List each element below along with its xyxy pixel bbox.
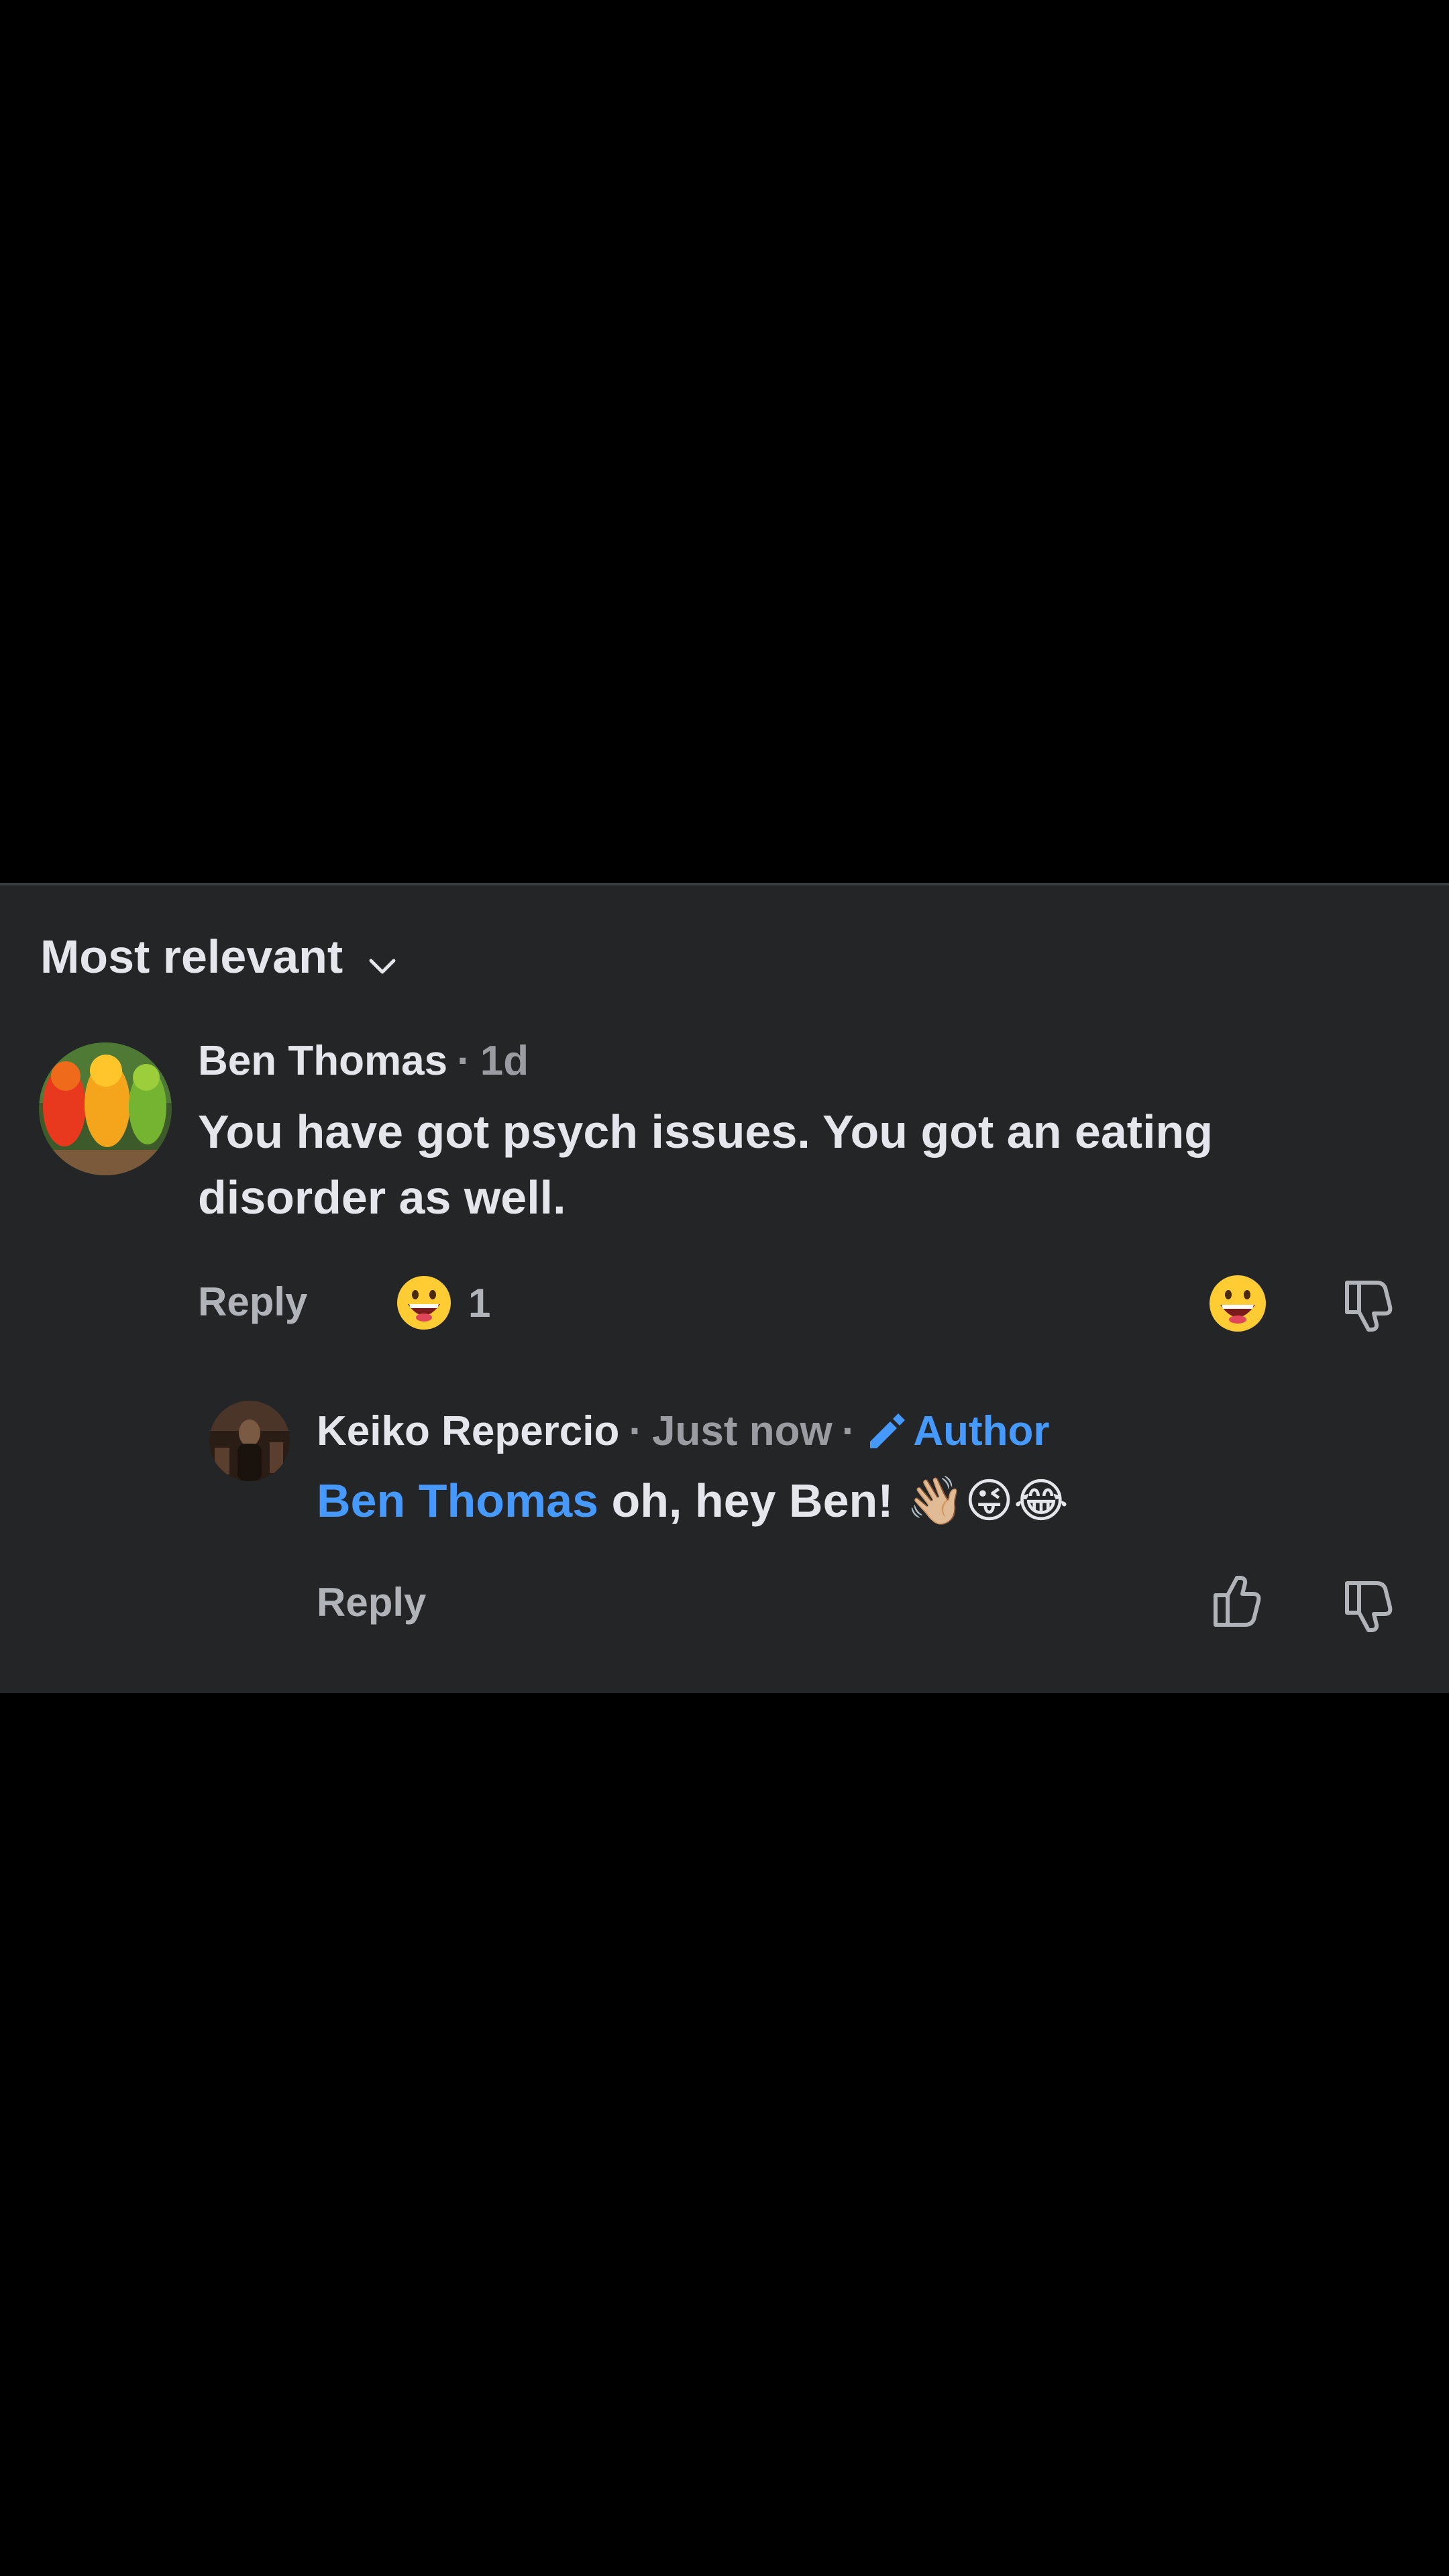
avatar[interactable] <box>209 1401 290 1481</box>
separator-dot: · <box>629 1408 643 1454</box>
comment-author[interactable]: Ben Thomas <box>198 1037 447 1085</box>
avatar[interactable] <box>39 1042 172 1175</box>
author-badge: Author <box>865 1407 1050 1455</box>
thumbs-down-icon[interactable] <box>1339 1574 1399 1634</box>
comment-time[interactable]: Just now <box>652 1407 833 1455</box>
comment-header: Ben Thomas · 1d <box>198 1037 529 1085</box>
comment-author[interactable]: Keiko Repercio <box>317 1407 619 1455</box>
comment-text: Ben Thomas oh, hey Ben! 👋🏼😜😂 <box>317 1468 1390 1534</box>
separator-dot: · <box>841 1408 856 1454</box>
reaction-count: 1 <box>468 1280 491 1326</box>
mention-link[interactable]: Ben Thomas <box>317 1474 598 1527</box>
comment-header: Keiko Repercio · Just now · Author <box>317 1407 1050 1455</box>
chevron-down-icon <box>366 940 399 974</box>
comment-text: You have got psych issues. You got an ea… <box>198 1106 1214 1224</box>
pencil-icon <box>865 1411 906 1452</box>
comment-time[interactable]: 1d <box>480 1037 529 1085</box>
sort-label: Most relevant <box>40 930 343 983</box>
sort-dropdown[interactable]: Most relevant <box>40 930 399 983</box>
comments-panel: Most relevant Ben Thomas · 1d You have g… <box>0 883 1449 1693</box>
author-badge-label: Author <box>913 1408 1050 1454</box>
reaction-summary[interactable]: 1 <box>396 1275 490 1331</box>
divider <box>0 883 1449 885</box>
thumbs-up-icon[interactable] <box>1208 1574 1268 1634</box>
grinning-face-emoji-icon <box>396 1275 452 1331</box>
separator-dot: · <box>457 1038 471 1084</box>
comment-text-body: oh, hey Ben! 👋🏼😜😂 <box>611 1474 1069 1527</box>
reply-button[interactable]: Reply <box>317 1579 426 1625</box>
reply-button[interactable]: Reply <box>198 1279 307 1325</box>
thumbs-down-icon[interactable] <box>1339 1273 1399 1334</box>
haha-reaction-button[interactable] <box>1208 1273 1268 1334</box>
